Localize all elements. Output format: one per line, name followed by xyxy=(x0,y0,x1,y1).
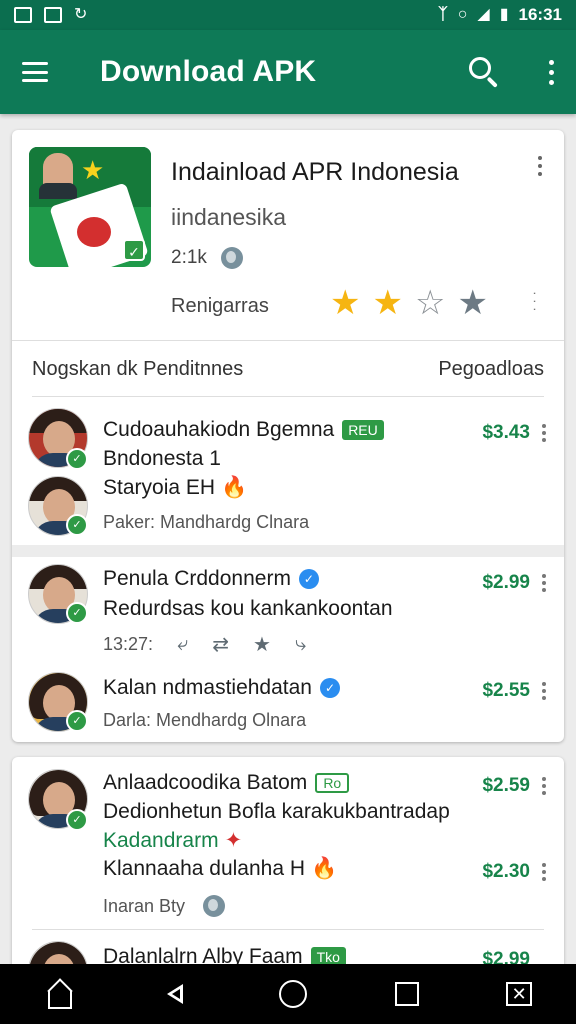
sync-icon: ↻ xyxy=(74,6,88,23)
status-time: 16:31 xyxy=(518,5,562,24)
wifi-icon: ○ xyxy=(457,6,468,23)
star-gray-icon[interactable]: ★ xyxy=(457,286,487,320)
home-circle-icon[interactable] xyxy=(278,980,307,1008)
item-more-icon[interactable] xyxy=(542,863,546,881)
verified-badge-icon: ✓ xyxy=(66,602,88,624)
list-item-title[interactable]: Penula Crddonnerm ✓ xyxy=(103,567,319,591)
divider xyxy=(12,340,564,341)
list-item-title[interactable]: Kalan ndmastiehdatan ✓ xyxy=(103,676,340,700)
featured-subtitle: iindanesika xyxy=(171,204,287,230)
section-title: Nogskan dk Penditnnes xyxy=(32,358,244,380)
globe-icon xyxy=(220,247,243,269)
rating-stars[interactable]: ★ ★ ☆ ★ xyxy=(330,286,488,320)
item-price: $2.99 xyxy=(482,572,530,593)
star-outline-icon[interactable]: ☆ xyxy=(415,286,445,320)
featured-size: 2:1k xyxy=(171,247,207,268)
item-price: $2.55 xyxy=(482,680,530,701)
featured-card: ★ ✓ Indainload APR Indonesia iindanesika… xyxy=(12,130,564,742)
list-item-line: Bndonesta 1 xyxy=(103,447,221,470)
star-filled-icon[interactable]: ★ xyxy=(372,286,402,320)
list-item-title[interactable]: Cudoauhakiodn Bgemna REU xyxy=(103,418,384,442)
flame-icon: ✦ xyxy=(224,829,243,852)
list-item-line: Redurdsas kou kankankoontan xyxy=(103,597,393,620)
featured-size-row: 2:1k xyxy=(171,247,243,269)
star-filled-icon[interactable]: ★ xyxy=(330,286,360,320)
card-more-icon[interactable] xyxy=(538,156,542,176)
item-tag: REU xyxy=(342,420,384,441)
search-icon[interactable] xyxy=(467,55,501,89)
signal-icon: ◢ xyxy=(477,6,490,23)
bluetooth-icon: ᛉ xyxy=(438,6,448,23)
divider xyxy=(32,929,544,930)
verified-badge-icon: ✓ xyxy=(66,710,88,732)
home-icon[interactable] xyxy=(44,979,74,1009)
star-icon[interactable]: ★ xyxy=(253,632,271,657)
list-item-meta: Inaran Bty xyxy=(103,895,226,917)
list-item-line: Staryoia EH 🔥 xyxy=(103,476,248,499)
list-item-title[interactable]: Klannaaha dulanha H 🔥 xyxy=(103,857,337,881)
fire-icon: 🔥 xyxy=(311,857,338,880)
reply-icon[interactable]: ⤶ xyxy=(177,633,188,656)
list-item-line: Dedionhetun Bofla karakukbantradap xyxy=(103,800,450,823)
expand-icon[interactable]: ˙ ˙ ˙ xyxy=(533,292,538,324)
verified-icon: ✓ xyxy=(320,678,340,699)
item-time: 13:27: xyxy=(103,634,154,654)
item-tag: Ro xyxy=(315,773,350,794)
status-bar: ↻ ᛉ ○ ◢ ▮ 16:31 xyxy=(0,0,576,30)
item-more-icon[interactable] xyxy=(542,424,546,442)
list-item-meta: Paker: Mandhardg Clnara xyxy=(103,512,310,532)
verified-badge-icon: ✓ xyxy=(66,514,88,536)
item-more-icon[interactable] xyxy=(542,574,546,592)
cast-icon xyxy=(44,7,62,23)
verified-badge-icon: ✓ xyxy=(66,809,88,831)
fire-icon: 🔥 xyxy=(221,476,248,499)
section-gap xyxy=(12,545,564,557)
back-icon[interactable] xyxy=(161,979,191,1009)
list-card: ✓ Anlaadcoodika Batom Ro Dedionhetun Bofl… xyxy=(12,757,564,977)
featured-title[interactable]: Indainload APR Indonesia xyxy=(171,158,459,187)
list-item-title[interactable]: Anlaadcoodika Batom Ro xyxy=(103,771,350,795)
battery-icon: ▮ xyxy=(499,6,509,23)
app-bar-title: Download APK xyxy=(100,55,317,88)
item-more-icon[interactable] xyxy=(542,682,546,700)
close-app-icon[interactable]: ✕ xyxy=(506,982,533,1006)
list-item-line: Kadandrarm ✦ xyxy=(103,829,243,852)
list-item-meta: Darla: Mendhardg Olnara xyxy=(103,710,307,730)
verified-check-icon: ✓ xyxy=(123,239,145,261)
item-actions: 13:27: ⤶ ⇄ ★ ⤷ xyxy=(103,632,306,657)
item-price: $3.43 xyxy=(482,422,530,443)
more-vert-icon[interactable] xyxy=(549,59,554,85)
item-more-icon[interactable] xyxy=(542,777,546,795)
menu-icon[interactable] xyxy=(22,62,48,82)
globe-icon xyxy=(203,895,226,917)
item-price: $2.59 xyxy=(482,775,530,796)
app-icon[interactable]: ★ ✓ xyxy=(29,147,151,267)
app-bar: Download APK xyxy=(0,30,576,114)
rating-label: Renigarras xyxy=(171,295,269,317)
item-price: $2.30 xyxy=(482,861,530,882)
share-icon[interactable]: ⤷ xyxy=(295,633,306,656)
verified-badge-icon: ✓ xyxy=(66,448,88,470)
verified-icon: ✓ xyxy=(298,569,319,590)
nav-bar: ✕ xyxy=(0,964,576,1024)
recents-icon[interactable] xyxy=(394,982,419,1006)
retweet-icon[interactable]: ⇄ xyxy=(212,632,229,657)
section-action[interactable]: Pegoadloas xyxy=(438,358,544,381)
image-icon xyxy=(14,7,32,23)
divider xyxy=(32,396,544,397)
